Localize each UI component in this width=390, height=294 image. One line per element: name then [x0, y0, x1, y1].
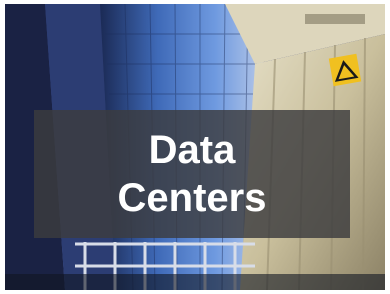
caption-line-1: Data: [148, 128, 236, 172]
ground: [5, 274, 385, 290]
warning-sign: [328, 53, 362, 87]
caption-line-2: Centers: [117, 176, 267, 220]
caption-overlay: Data Centers: [34, 110, 350, 238]
image-frame: Data Centers: [0, 0, 390, 294]
container-vent: [305, 14, 365, 24]
